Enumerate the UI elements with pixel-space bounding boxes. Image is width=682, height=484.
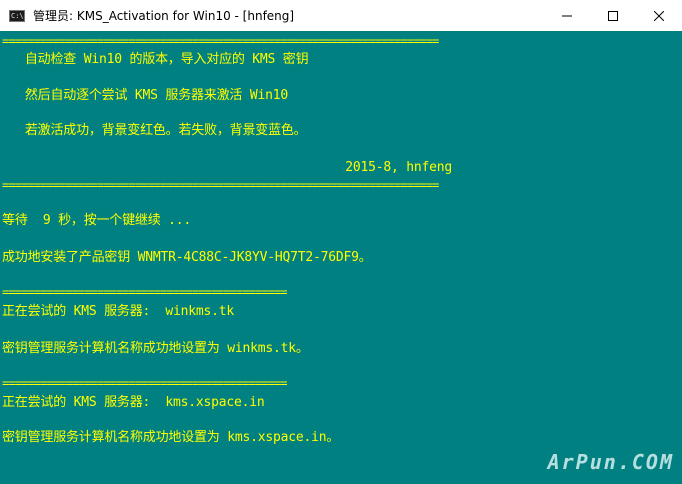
window-title: 管理员: KMS_Activation for Win10 - [hnfeng] bbox=[33, 9, 295, 23]
key-installed-line: 成功地安装了产品密钥 WNMTR-4C88C-JK8YV-HQ7T2-76DF9… bbox=[2, 250, 372, 265]
kms-set-line-2: 密钥管理服务计算机名称成功地设置为 kms.xspace.in。 bbox=[2, 430, 340, 445]
kms-set-line-1: 密钥管理服务计算机名称成功地设置为 winkms.tk。 bbox=[2, 341, 309, 356]
console-window: C:\ 管理员: KMS_Activation for Win10 - [hnf… bbox=[0, 0, 682, 484]
separator-line: ========================================… bbox=[2, 178, 439, 192]
maximize-icon bbox=[608, 10, 618, 21]
minimize-button[interactable] bbox=[544, 0, 590, 31]
separator-line: ========================================… bbox=[2, 285, 288, 299]
title-bar[interactable]: C:\ 管理员: KMS_Activation for Win10 - [hnf… bbox=[0, 0, 682, 31]
kms-try-line-2: 正在尝试的 KMS 服务器: kms.xspace.in bbox=[2, 395, 265, 410]
kms-try-line-1: 正在尝试的 KMS 服务器: winkms.tk bbox=[2, 304, 235, 319]
wait-line: 等待 9 秒，按一个键继续 ... bbox=[2, 213, 192, 228]
intro-line-1: 自动检查 Win10 的版本，导入对应的 KMS 密钥 bbox=[2, 52, 309, 67]
separator-line: ========================================… bbox=[2, 34, 439, 48]
close-button[interactable] bbox=[636, 0, 682, 31]
separator-line: ========================================… bbox=[2, 376, 288, 390]
intro-line-3: 若激活成功，背景变红色。若失败，背景变蓝色。 bbox=[2, 123, 307, 138]
minimize-icon bbox=[562, 15, 572, 16]
console-app-icon: C:\ bbox=[9, 9, 25, 22]
signature-line: 2015-8, hnfeng bbox=[2, 160, 452, 175]
intro-line-2: 然后自动逐个尝试 KMS 服务器来激活 Win10 bbox=[2, 88, 288, 103]
watermark-logo: ArPun.COM bbox=[547, 450, 674, 474]
window-controls bbox=[544, 0, 682, 31]
close-icon bbox=[654, 10, 664, 21]
maximize-button[interactable] bbox=[590, 0, 636, 31]
console-output[interactable]: ========================================… bbox=[0, 31, 682, 484]
